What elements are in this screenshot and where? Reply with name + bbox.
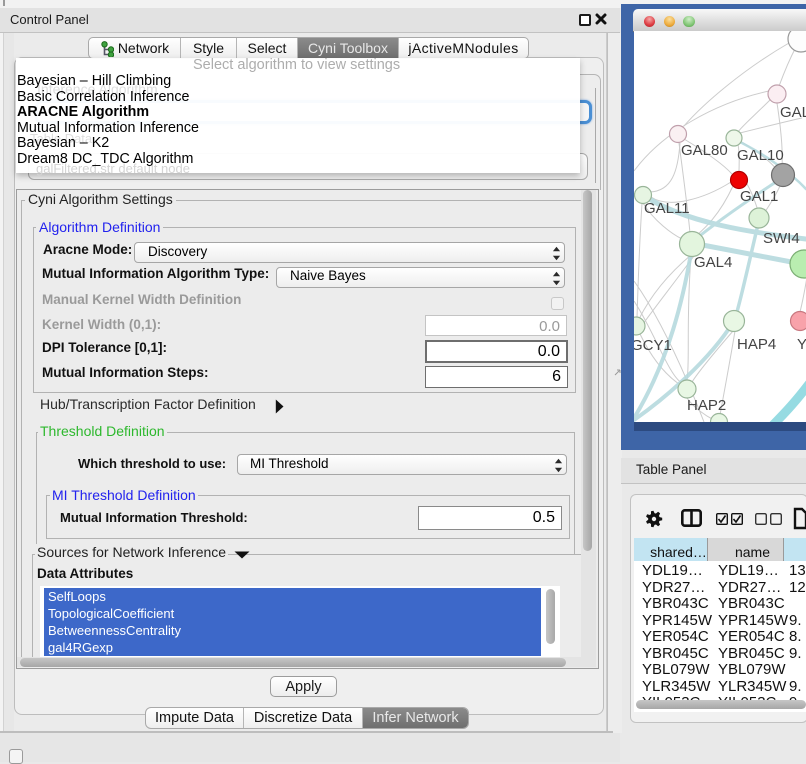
svg-text:GAL4: GAL4	[694, 254, 732, 271]
svg-text:GAL80: GAL80	[681, 142, 728, 159]
svg-text:GCY1: GCY1	[634, 337, 672, 354]
svg-text:SWI4: SWI4	[763, 230, 800, 247]
svg-text:Y: Y	[797, 336, 806, 353]
svg-text:HAP2: HAP2	[687, 397, 726, 414]
svg-text:GAL1: GAL1	[740, 188, 778, 205]
svg-text:GAL7: GAL7	[780, 104, 806, 121]
svg-text:HAP4: HAP4	[737, 336, 776, 353]
svg-text:GAL10: GAL10	[737, 147, 784, 164]
svg-text:GAL11: GAL11	[644, 200, 690, 217]
